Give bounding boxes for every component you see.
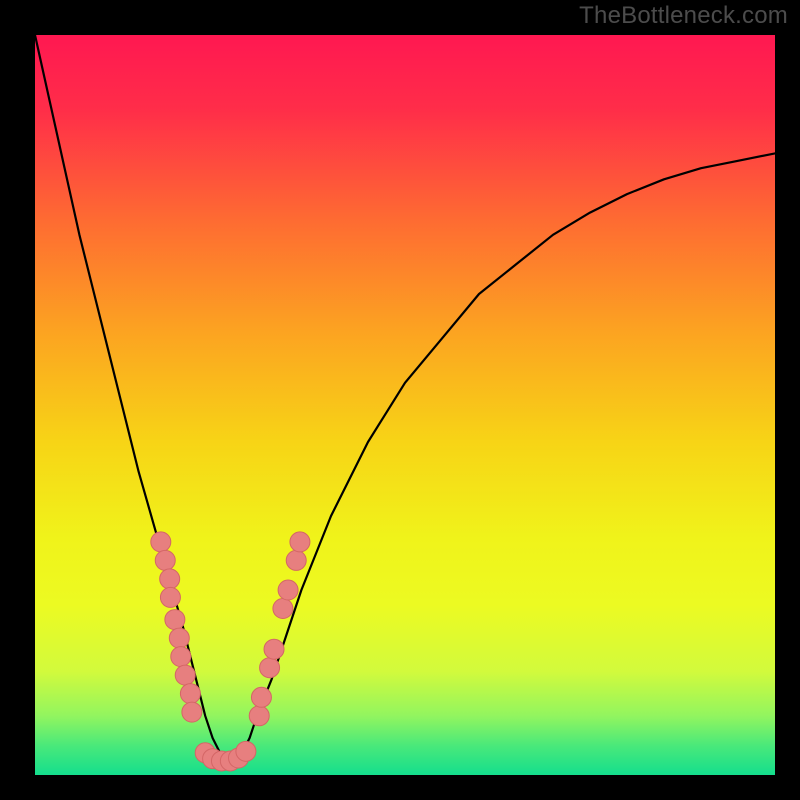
data-marker (165, 610, 185, 630)
data-marker (236, 741, 256, 761)
data-marker (264, 639, 284, 659)
data-marker (171, 647, 191, 667)
gradient-background (35, 35, 775, 775)
data-marker (160, 569, 180, 589)
plot-area (35, 35, 775, 775)
chart-frame: TheBottleneck.com (0, 0, 800, 800)
data-marker (151, 532, 171, 552)
data-marker (260, 658, 280, 678)
data-marker (180, 684, 200, 704)
data-marker (169, 628, 189, 648)
data-marker (160, 587, 180, 607)
data-marker (286, 550, 306, 570)
data-marker (251, 687, 271, 707)
watermark-text: TheBottleneck.com (579, 2, 788, 30)
data-marker (273, 599, 293, 619)
data-marker (278, 580, 298, 600)
bottleneck-chart (35, 35, 775, 775)
data-marker (249, 706, 269, 726)
data-marker (290, 532, 310, 552)
data-marker (155, 550, 175, 570)
data-marker (175, 665, 195, 685)
data-marker (182, 702, 202, 722)
